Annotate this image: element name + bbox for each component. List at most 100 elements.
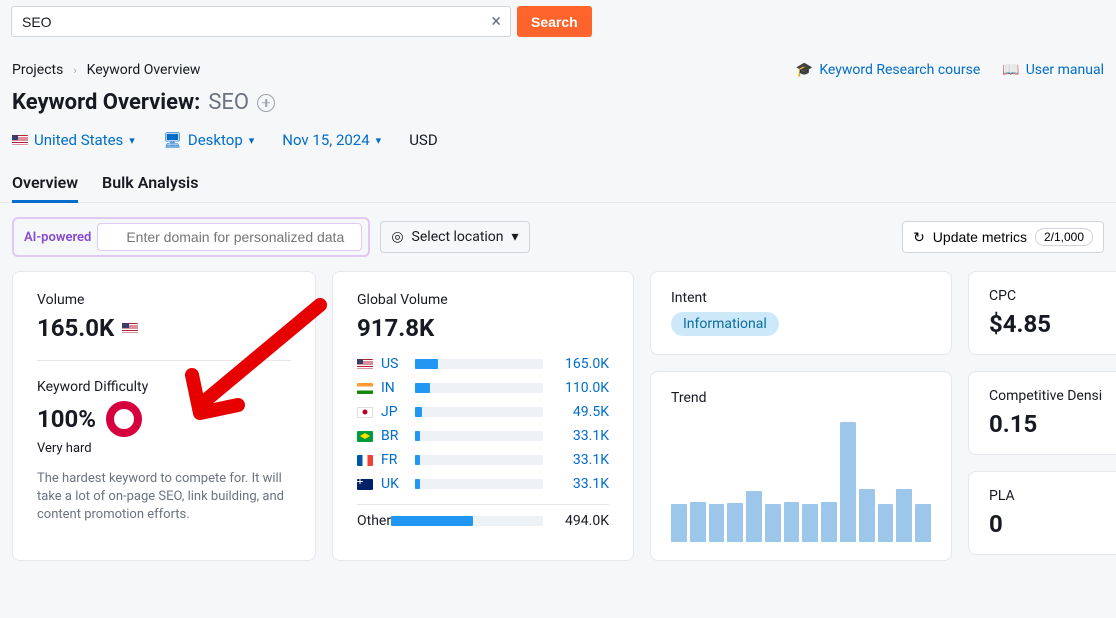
date-filter-label: Nov 15, 2024 <box>282 131 369 149</box>
add-keyword-icon[interactable] <box>257 94 275 112</box>
pla-value: 0 <box>989 510 1107 538</box>
refresh-icon: ↻ <box>913 229 925 246</box>
country-filter-label: United States <box>34 131 123 149</box>
location-select[interactable]: ◎ Select location ▾ <box>380 221 529 253</box>
us-flag-icon <box>357 359 373 370</box>
course-link[interactable]: 🎓 Keyword Research course <box>796 62 980 78</box>
pla-label: PLA <box>989 488 1107 504</box>
trend-bar <box>878 504 894 542</box>
country-volume: 33.1K <box>551 428 609 444</box>
country-volume: 49.5K <box>551 404 609 420</box>
global-volume-other-row: Other 494.0K <box>357 513 609 529</box>
trend-bar <box>765 504 781 542</box>
breadcrumb-current: Keyword Overview <box>87 62 201 78</box>
trend-bar <box>840 422 856 542</box>
us-flag-icon <box>12 135 28 146</box>
bar <box>415 479 543 489</box>
global-volume-row[interactable]: BR 33.1K <box>357 428 609 444</box>
cpc-value: $4.85 <box>989 310 1107 338</box>
search-button[interactable]: Search <box>517 6 592 37</box>
bar <box>415 455 543 465</box>
global-volume-row[interactable]: JP 49.5K <box>357 404 609 420</box>
trend-chart <box>671 412 931 542</box>
global-volume-row[interactable]: FR 33.1K <box>357 452 609 468</box>
country-volume: 165.0K <box>551 356 609 372</box>
comp-label: Competitive Densi <box>989 388 1107 404</box>
volume-label: Volume <box>37 292 291 308</box>
ai-powered-label: AI-powered <box>24 230 91 245</box>
tab-overview[interactable]: Overview <box>12 173 78 202</box>
kd-description: The hardest keyword to compete for. It w… <box>37 470 291 525</box>
country-volume: 33.1K <box>551 452 609 468</box>
device-filter[interactable]: 🖥 Desktop ▾ <box>163 131 254 149</box>
trend-bar <box>859 489 875 542</box>
desktop-icon: 🖥 <box>163 131 182 149</box>
manual-link[interactable]: 📖 User manual <box>1002 62 1104 78</box>
kd-value: 100% <box>37 405 96 433</box>
country-code: FR <box>381 452 407 468</box>
update-metrics-label: Update metrics <box>933 229 1027 245</box>
country-code: JP <box>381 404 407 420</box>
global-volume-card: Global Volume 917.8K US165.0KIN110.0KJP4… <box>332 271 634 561</box>
country-volume: 33.1K <box>551 476 609 492</box>
trend-bar <box>671 504 687 542</box>
kd-tag: Very hard <box>37 441 291 456</box>
trend-bar <box>915 504 931 542</box>
target-icon: ◎ <box>391 229 403 245</box>
update-count: 2/1,000 <box>1035 228 1093 246</box>
comp-value: 0.15 <box>989 410 1107 438</box>
chevron-down-icon: ▾ <box>249 134 255 147</box>
trend-bar <box>821 502 837 542</box>
fr-flag-icon <box>357 455 373 466</box>
other-label: Other <box>357 513 383 529</box>
country-code: IN <box>381 380 407 396</box>
pla-card: PLA 0 <box>968 471 1116 555</box>
course-link-label: Keyword Research course <box>819 62 980 78</box>
date-filter[interactable]: Nov 15, 2024 ▾ <box>282 131 381 149</box>
jp-flag-icon <box>357 407 373 418</box>
clear-icon[interactable]: × <box>491 13 501 31</box>
device-filter-label: Desktop <box>188 131 243 149</box>
breadcrumb: Projects › Keyword Overview <box>12 62 200 78</box>
domain-input[interactable] <box>97 223 362 251</box>
page-title: Keyword Overview: <box>12 90 200 115</box>
bar <box>415 359 543 369</box>
global-volume-row[interactable]: IN 110.0K <box>357 380 609 396</box>
cpc-card: CPC $4.85 <box>968 271 1116 355</box>
competitive-density-card: Competitive Densi 0.15 <box>968 371 1116 455</box>
bar <box>415 407 543 417</box>
country-volume: 110.0K <box>551 380 609 396</box>
graduation-cap-icon: 🎓 <box>796 62 813 78</box>
global-volume-row[interactable]: UK 33.1K <box>357 476 609 492</box>
trend-bar <box>690 502 706 542</box>
global-volume-row[interactable]: US165.0K <box>357 356 609 372</box>
uk-flag-icon <box>357 479 373 490</box>
trend-bar <box>802 504 818 542</box>
kd-label: Keyword Difficulty <box>37 379 291 395</box>
bar <box>415 431 543 441</box>
cpc-label: CPC <box>989 288 1107 304</box>
country-code: BR <box>381 428 407 444</box>
trend-card: Trend <box>650 371 952 561</box>
bar <box>415 383 543 393</box>
volume-card: Volume 165.0K Keyword Difficulty 100% Ve… <box>12 271 316 561</box>
breadcrumb-root[interactable]: Projects <box>12 62 63 78</box>
volume-value: 165.0K <box>37 314 291 342</box>
book-icon: 📖 <box>1002 62 1019 78</box>
intent-label: Intent <box>671 290 931 306</box>
tab-bulk-analysis[interactable]: Bulk Analysis <box>102 173 198 202</box>
search-input[interactable] <box>11 6 511 37</box>
global-volume-value: 917.8K <box>357 314 609 342</box>
intent-card: Intent Informational <box>650 271 952 355</box>
kd-ring-icon <box>106 401 142 437</box>
chevron-right-icon: › <box>73 64 76 77</box>
country-filter[interactable]: United States ▾ <box>12 131 135 149</box>
country-code: UK <box>381 476 407 492</box>
intent-pill: Informational <box>671 312 779 336</box>
chevron-down-icon: ▾ <box>512 229 519 245</box>
update-metrics-button[interactable]: ↻ Update metrics 2/1,000 <box>902 221 1104 253</box>
us-flag-icon <box>122 323 138 334</box>
other-value: 494.0K <box>551 513 609 529</box>
br-flag-icon <box>357 431 373 442</box>
page-title-keyword: SEO <box>208 90 249 115</box>
